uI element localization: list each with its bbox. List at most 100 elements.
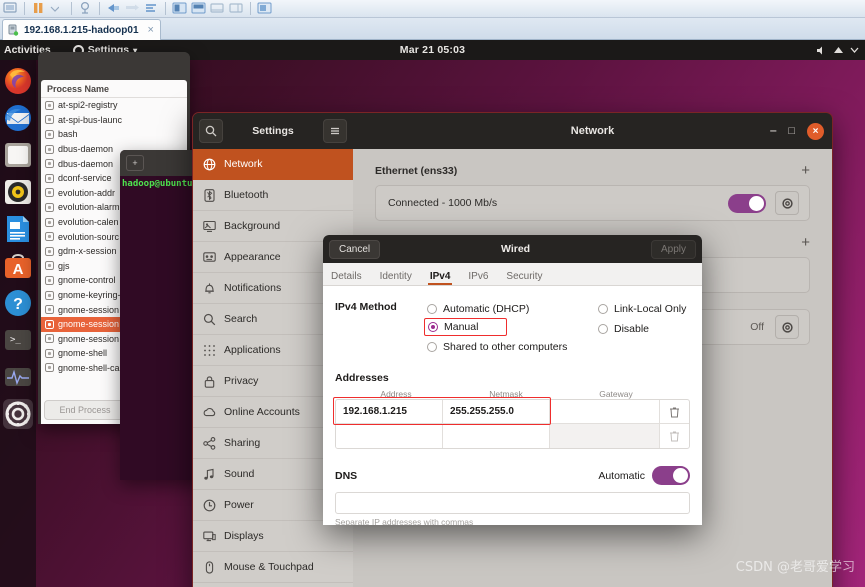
add-vpn-button[interactable]: + — [801, 235, 810, 250]
system-tray[interactable] — [816, 45, 859, 56]
process-icon — [45, 232, 54, 242]
vm-view-pane-icon[interactable] — [228, 1, 245, 16]
process-row[interactable]: at-spi2-registry — [41, 98, 187, 113]
close-button[interactable]: × — [807, 122, 824, 140]
process-name-column-header[interactable]: Process Name — [41, 80, 187, 98]
radio-icon — [427, 304, 437, 314]
process-icon — [45, 159, 54, 169]
end-process-button[interactable]: End Process — [44, 400, 126, 420]
vm-view-library-icon[interactable] — [190, 1, 207, 16]
radio-manual[interactable]: Manual — [424, 318, 507, 336]
process-icon — [45, 261, 54, 271]
settings-sidebar-header: Settings — [193, 113, 353, 149]
svg-text:A: A — [13, 261, 24, 278]
tab-details[interactable]: Details — [331, 271, 362, 285]
vm-machine-icon — [8, 24, 19, 36]
process-icon — [45, 115, 54, 125]
dock-item-libreoffice-writer[interactable] — [3, 214, 33, 244]
dock-item-ubuntu-software[interactable]: A — [3, 251, 33, 281]
vm-forward-icon[interactable] — [124, 1, 141, 16]
dns-automatic-label: Automatic — [598, 469, 645, 482]
dock-item-rhythmbox[interactable] — [3, 177, 33, 207]
search-icon[interactable] — [199, 119, 223, 143]
minimize-button[interactable]: ‒ — [770, 125, 776, 137]
dns-header: DNS Automatic — [335, 466, 690, 485]
trash-icon[interactable] — [660, 424, 689, 448]
sidebar-item-label: Bluetooth — [224, 189, 269, 201]
proxy-settings-gear-icon[interactable] — [775, 315, 799, 339]
ethernet-header: Ethernet (ens33) + — [375, 163, 810, 178]
radio-link-local-only[interactable]: Link-Local Only — [598, 300, 686, 318]
gateway-input-0[interactable] — [549, 400, 660, 423]
proxy-state: Off — [750, 321, 764, 333]
sidebar-item-bluetooth[interactable]: Bluetooth — [193, 180, 353, 211]
ethernet-toggle[interactable] — [728, 193, 766, 213]
trash-icon[interactable] — [660, 400, 689, 423]
sidebar-item-network[interactable]: Network — [193, 149, 353, 180]
window-controls: ‒ □ × — [770, 113, 824, 149]
settings-titlebar[interactable]: Network ‒ □ × — [353, 113, 832, 149]
dns-section: DNS Automatic Separate IP addresses with… — [335, 466, 690, 525]
vm-revert-icon[interactable] — [105, 1, 122, 16]
vm-snapshot-icon[interactable] — [77, 1, 94, 16]
radio-disable[interactable]: Disable — [598, 320, 686, 338]
process-name: evolution-alarm — [58, 202, 120, 213]
magnifier-icon — [203, 313, 216, 326]
vm-pause-icon[interactable] — [30, 1, 47, 16]
wired-dialog-tabs: Details Identity IPv4 IPv6 Security — [323, 263, 702, 286]
vm-tab-close-icon[interactable]: × — [144, 24, 154, 36]
dock-item-help[interactable]: ? — [3, 288, 33, 318]
dock-item-files[interactable] — [3, 140, 33, 170]
ethernet-settings-gear-icon[interactable] — [775, 191, 799, 215]
process-row[interactable]: at-spi-bus-launc — [41, 113, 187, 128]
hamburger-icon[interactable] — [322, 119, 347, 143]
add-ethernet-button[interactable]: + — [801, 163, 810, 178]
process-name: gnome-keyring- — [58, 290, 121, 301]
sidebar-item-label: Sound — [224, 468, 255, 480]
address-input-0[interactable]: 192.168.1.215 — [336, 400, 443, 423]
dock-item-terminal[interactable]: >_ — [3, 325, 33, 355]
vm-view-thumbnail-icon[interactable] — [209, 1, 226, 16]
process-name: gjs — [58, 260, 70, 271]
dock-item-firefox[interactable] — [3, 66, 33, 96]
vm-manage-icon[interactable] — [143, 1, 160, 16]
radio-shared-to-other-computers[interactable]: Shared to other computers — [427, 338, 587, 356]
gateway-input-1[interactable] — [549, 424, 660, 448]
watermark: CSDN @老哥爱学习 — [735, 560, 855, 575]
vm-fullscreen-icon[interactable] — [256, 1, 273, 16]
dns-automatic-toggle[interactable] — [652, 466, 690, 485]
process-name: gnome-control — [58, 275, 116, 286]
netmask-input-0[interactable]: 255.255.255.0 — [442, 400, 550, 423]
process-row[interactable]: bash — [41, 127, 187, 142]
volume-icon — [817, 46, 822, 54]
tab-identity[interactable]: Identity — [380, 271, 412, 285]
system-monitor-titlebar[interactable] — [38, 52, 190, 80]
radio-automatic-dhcp[interactable]: Automatic (DHCP) — [427, 300, 587, 318]
sidebar-item-label: Mouse & Touchpad — [224, 561, 314, 573]
displays-icon — [203, 530, 216, 543]
address-input-1[interactable] — [336, 424, 443, 448]
sidebar-item-label: Appearance — [224, 251, 281, 263]
tab-ipv6[interactable]: IPv6 — [468, 271, 488, 285]
ethernet-status: Connected - 1000 Mb/s — [388, 197, 498, 209]
dns-label: DNS — [335, 469, 358, 482]
tab-security[interactable]: Security — [506, 271, 542, 285]
vm-dropdown-icon[interactable] — [49, 1, 66, 16]
dock-item-thunderbird[interactable] — [3, 103, 33, 133]
dock-item-system-monitor[interactable] — [3, 362, 33, 392]
maximize-button[interactable]: □ — [788, 125, 795, 137]
sidebar-item-keyboard-shortcuts[interactable]: Keyboard Shortcuts — [193, 583, 353, 587]
sidebar-item-displays[interactable]: Displays — [193, 521, 353, 552]
tab-ipv4[interactable]: IPv4 — [427, 271, 452, 285]
vm-view-console-icon[interactable] — [171, 1, 188, 16]
sidebar-item-mouse-touchpad[interactable]: Mouse & Touchpad — [193, 552, 353, 583]
cancel-button[interactable]: Cancel — [329, 239, 381, 259]
apply-button[interactable]: Apply — [650, 239, 696, 259]
netmask-input-1[interactable] — [442, 424, 550, 448]
vm-tab-hadoop01[interactable]: 192.168.1.215-hadoop01 × — [2, 19, 161, 40]
new-tab-icon[interactable]: + — [126, 155, 144, 171]
dns-input[interactable] — [335, 492, 690, 514]
note-icon — [203, 468, 216, 481]
vm-power-icon[interactable] — [2, 1, 19, 16]
dock-item-settings[interactable] — [3, 399, 33, 429]
